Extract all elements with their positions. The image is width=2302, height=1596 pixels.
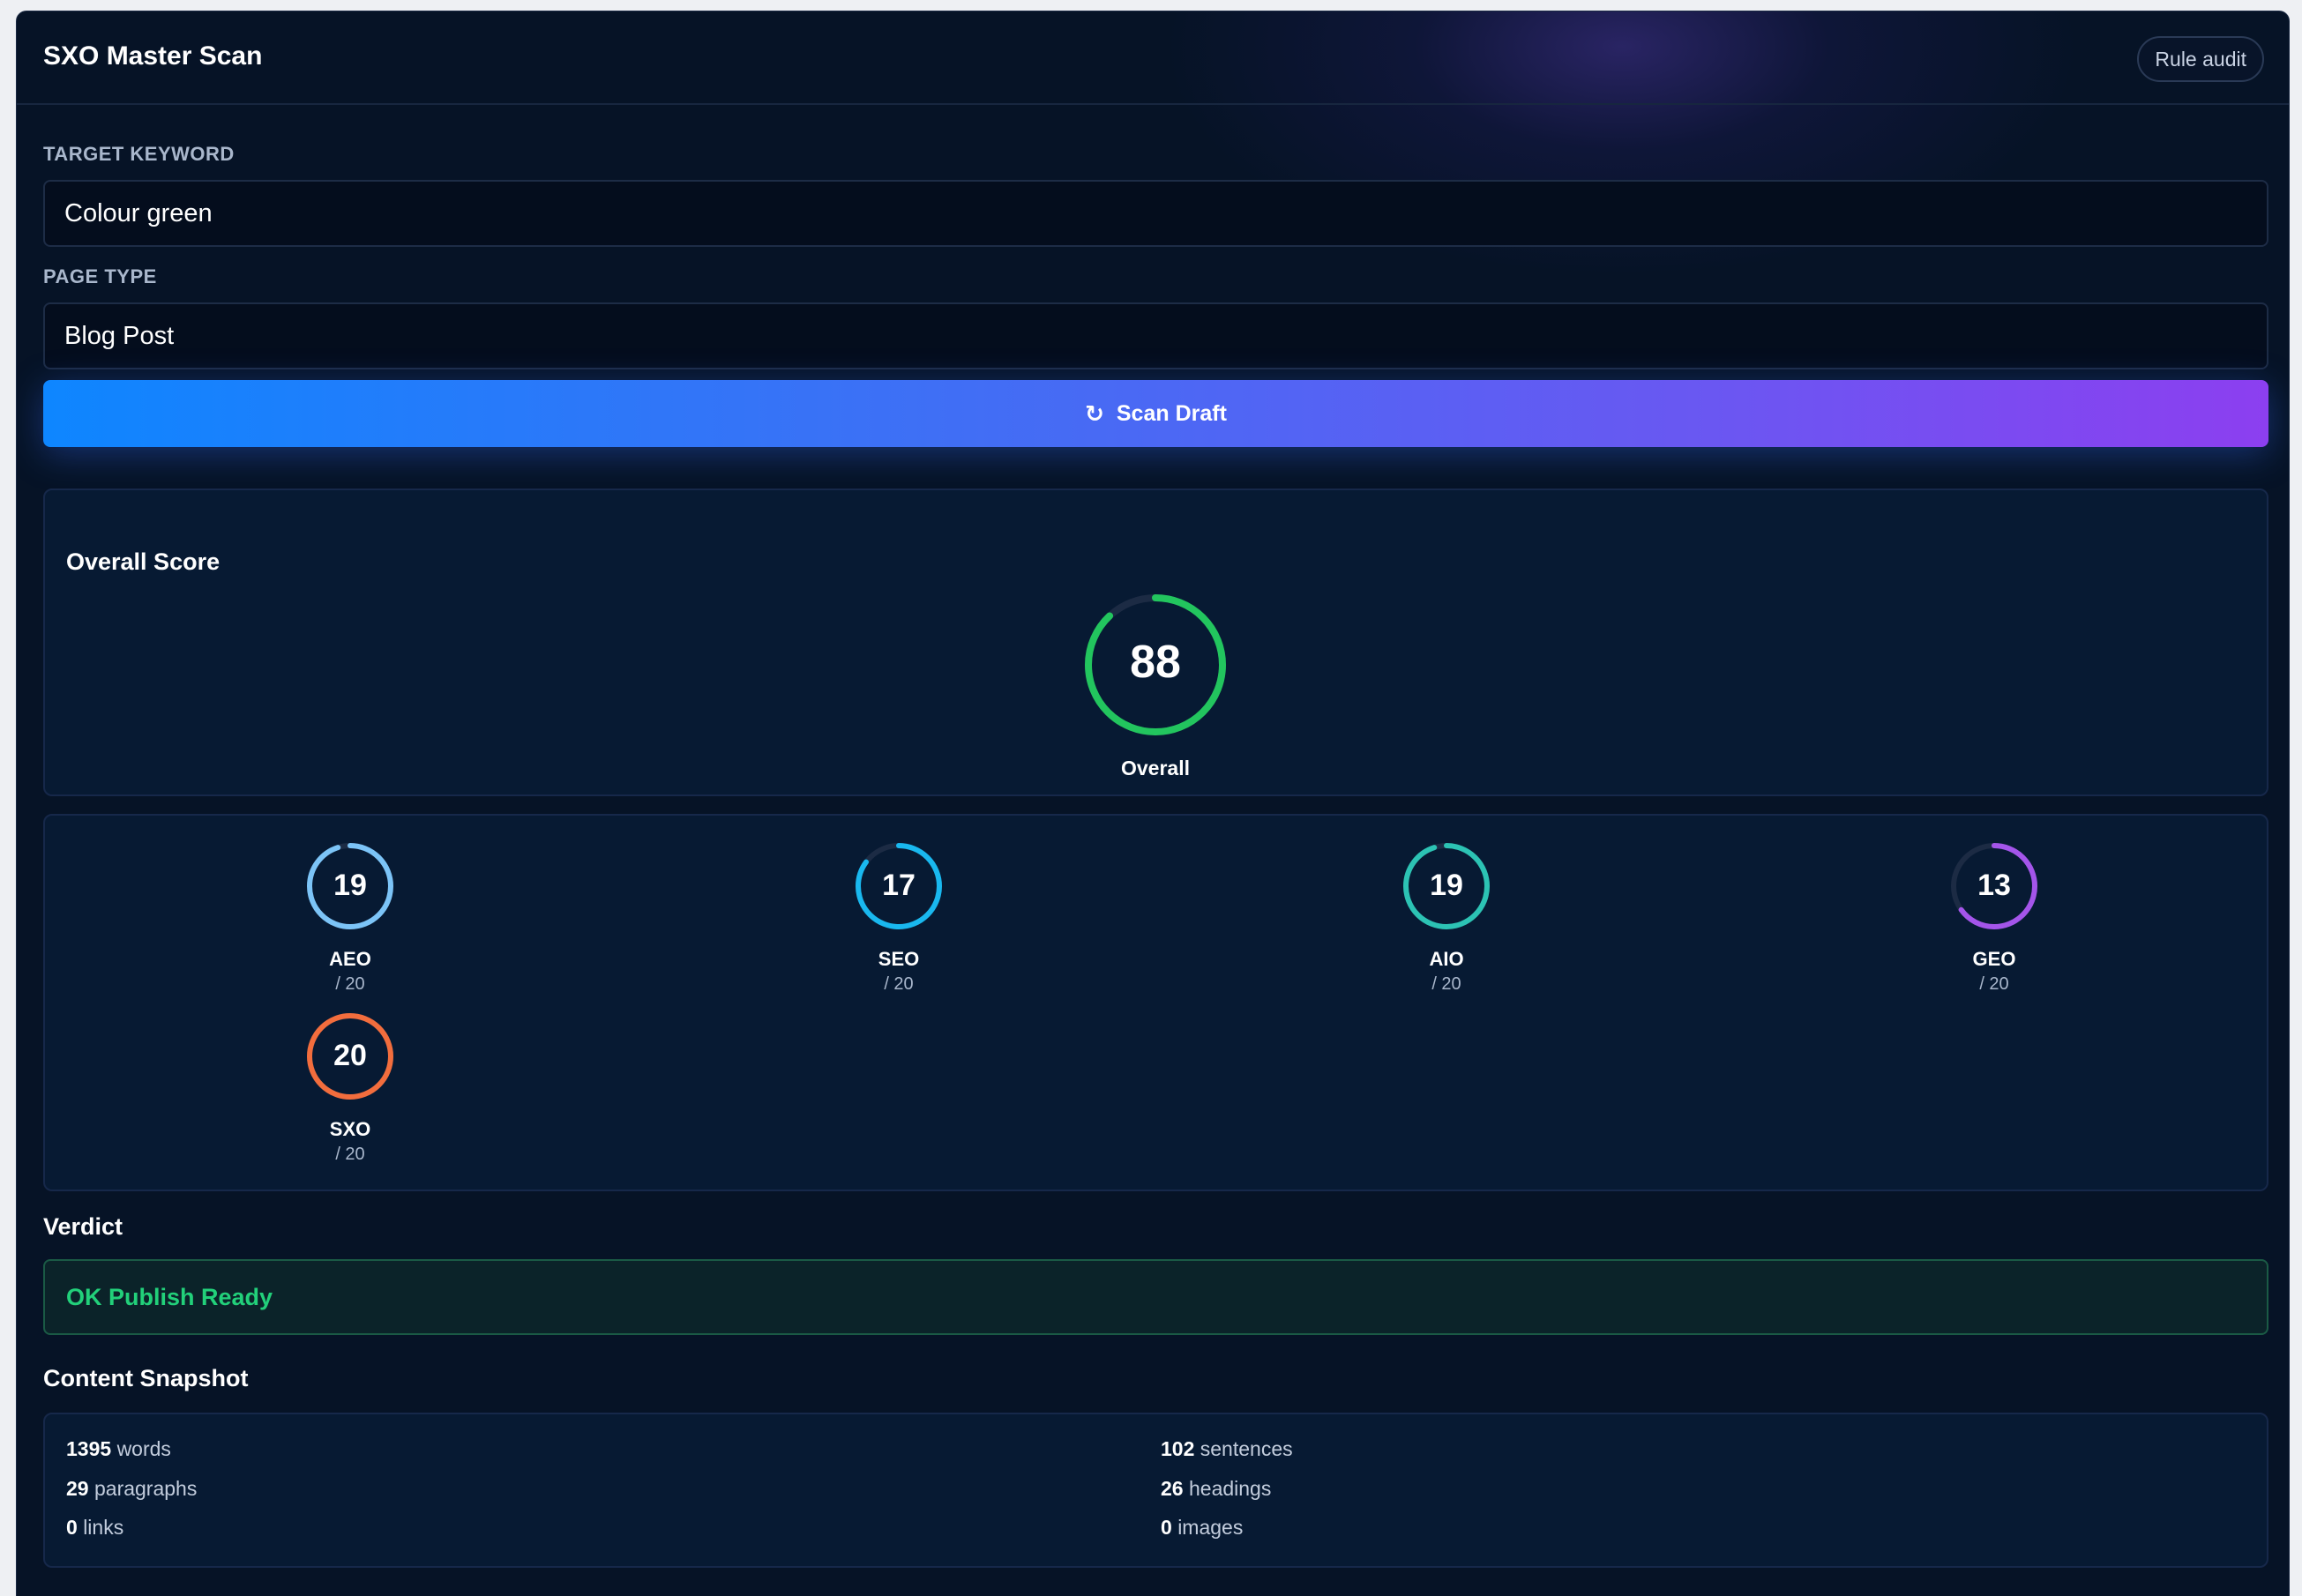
geo-score-value: 13 (1977, 869, 2011, 902)
scan-draft-label: Scan Draft (1116, 400, 1227, 426)
scan-draft-button[interactable]: ↻ Scan Draft (43, 380, 2268, 447)
stat-images-count: 0 (1161, 1516, 1172, 1539)
refresh-icon: ↻ (1085, 399, 1104, 427)
page-type-select[interactable]: Blog Post (43, 302, 2268, 369)
stat-headings: 26 headings (1161, 1477, 1271, 1501)
seo-score-max: / 20 (884, 974, 914, 994)
geo-score-label: GEO (1972, 948, 2016, 970)
sxo-score-value: 20 (333, 1039, 367, 1072)
panel-title: SXO Master Scan (43, 41, 263, 71)
stat-paragraphs: 29 paragraphs (66, 1477, 197, 1501)
panel-header: SXO Master Scan Rule audit (17, 11, 2289, 105)
content-snapshot-title: Content Snapshot (43, 1365, 249, 1391)
stat-paragraphs-count: 29 (66, 1477, 89, 1500)
page-type-label: PAGE TYPE (43, 265, 157, 287)
verdict-banner: OK Publish Ready (43, 1259, 2268, 1335)
target-keyword-input[interactable]: Colour green (43, 180, 2268, 247)
aeo-score-value: 19 (333, 869, 367, 902)
aio-score-value: 19 (1430, 869, 1463, 902)
overall-score-value: 88 (1130, 637, 1181, 688)
seo-score-value: 17 (882, 869, 916, 902)
rule-audit-button[interactable]: Rule audit (2137, 36, 2264, 82)
stat-links: 0 links (66, 1516, 123, 1540)
sxo-score-ring: 20 (304, 1011, 396, 1102)
stat-words: 1395 words (66, 1437, 171, 1461)
aio-score-max: / 20 (1431, 974, 1461, 994)
content-snapshot-card: 1395 words 102 sentences 29 paragraphs 26 h… (43, 1413, 2268, 1568)
stat-headings-count: 26 (1161, 1477, 1184, 1500)
geo-score-ring: 13 (1948, 840, 2040, 932)
seo-score-ring: 17 (853, 840, 945, 932)
scan-panel: SXO Master Scan Rule audit TARGET KEYWOR… (16, 11, 2290, 1596)
aeo-score-label: AEO (329, 948, 371, 970)
aeo-score-max: / 20 (335, 974, 365, 994)
sxo-score-label: SXO (329, 1118, 371, 1140)
overall-score-title: Overall Score (66, 548, 220, 575)
stat-sentences: 102 sentences (1161, 1437, 1293, 1461)
stat-headings-unit: headings (1188, 1477, 1272, 1500)
overall-score-ring: 88 (1082, 592, 1229, 738)
stat-links-count: 0 (66, 1516, 78, 1539)
category-scores-card: 19 AEO / 20 17 SEO / 20 19 AIO / 20 13 GEO / 20 20 SX… (43, 814, 2268, 1191)
stat-words-count: 1395 (66, 1437, 112, 1460)
overall-score-label: Overall (1121, 757, 1190, 779)
overall-score-card: Overall Score 88 Overall (43, 488, 2268, 796)
stat-words-unit: words (116, 1437, 171, 1460)
target-keyword-label: TARGET KEYWORD (43, 143, 235, 165)
verdict-title: Verdict (43, 1213, 123, 1240)
geo-score-max: / 20 (1979, 974, 2009, 994)
sxo-score-max: / 20 (335, 1145, 365, 1164)
seo-score-label: SEO (878, 948, 920, 970)
stat-images-unit: images (1177, 1516, 1244, 1539)
stat-sentences-unit: sentences (1200, 1437, 1293, 1460)
aeo-score-ring: 19 (304, 840, 396, 932)
stat-links-unit: links (83, 1516, 124, 1539)
stat-images: 0 images (1161, 1516, 1243, 1540)
aio-score-label: AIO (1429, 948, 1464, 970)
stat-sentences-count: 102 (1161, 1437, 1195, 1460)
aio-score-ring: 19 (1401, 840, 1492, 932)
stat-paragraphs-unit: paragraphs (93, 1477, 198, 1500)
